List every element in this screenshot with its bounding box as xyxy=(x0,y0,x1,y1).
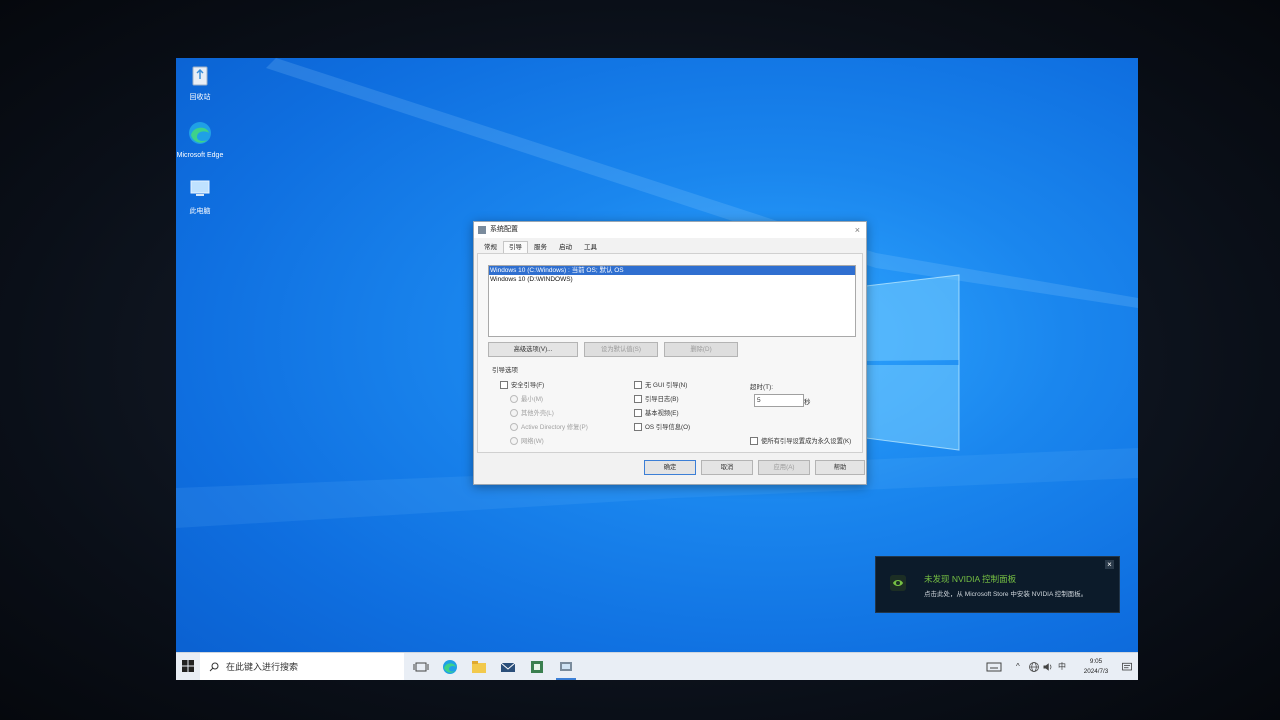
taskbar-search-box[interactable]: 在此键入进行搜索 xyxy=(200,653,404,680)
desktop-icon-edge[interactable]: Microsoft Edge xyxy=(176,120,224,160)
safe-boot-option[interactable]: 安全引导(F) xyxy=(500,380,544,390)
checkbox[interactable] xyxy=(634,381,642,390)
network-icon[interactable] xyxy=(1028,659,1040,675)
set-default-button[interactable]: 设为默认值(S) xyxy=(584,342,658,357)
taskbar: 在此键入进行搜索 ^ 中 9:05 2024/7/3 xyxy=(176,652,1138,680)
advanced-options-button[interactable]: 高级选项(V)... xyxy=(488,342,578,357)
radio[interactable] xyxy=(510,395,518,404)
checkbox[interactable] xyxy=(750,437,758,446)
desktop-icon-label: 回收站 xyxy=(189,94,211,101)
os-list-item[interactable]: Windows 10 (D:\WINDOWS) xyxy=(489,275,855,284)
notification-title: 未发现 NVIDIA 控制面板 xyxy=(924,574,1017,584)
desktop-icon-label: 此电脑 xyxy=(189,208,211,215)
notification-center-icon[interactable] xyxy=(1121,659,1133,675)
desktop-icon-recycle-bin[interactable]: 回收站 xyxy=(176,62,224,102)
system-clock[interactable]: 9:05 2024/7/3 xyxy=(1074,657,1118,677)
app-icon[interactable] xyxy=(529,659,545,675)
windows-start-icon[interactable] xyxy=(182,660,194,672)
ok-button[interactable]: 确定 xyxy=(644,460,696,475)
ad-repair-option[interactable]: Active Directory 修复(P) xyxy=(510,422,588,432)
recycle-bin-icon xyxy=(192,66,208,86)
clock-date: 2024/7/3 xyxy=(1083,668,1109,675)
boot-options-label: 引导选项 xyxy=(492,367,518,374)
desktop-icon-label: Microsoft Edge xyxy=(176,152,224,159)
desktop-screen: 回收站 Microsoft Edge 此电脑 系统配置 × 常规 引导 服务 启动 工具… xyxy=(176,58,1138,680)
os-list-item[interactable]: Windows 10 (C:\Windows) : 当前 OS; 默认 OS xyxy=(489,266,855,275)
notification-body: 点击此处，从 Microsoft Store 中安装 NVIDIA 控制面板。 xyxy=(924,591,1088,598)
nvidia-notification[interactable]: 未发现 NVIDIA 控制面板 点击此处，从 Microsoft Store 中… xyxy=(875,556,1120,613)
network-option[interactable]: 网络(W) xyxy=(510,436,544,446)
radio[interactable] xyxy=(510,409,518,418)
volume-icon[interactable] xyxy=(1042,659,1054,675)
edge-icon xyxy=(189,122,211,144)
timeout-input[interactable]: 5 xyxy=(754,394,804,407)
delete-button[interactable]: 删除(D) xyxy=(664,342,738,357)
checkbox[interactable] xyxy=(634,395,642,404)
no-gui-option[interactable]: 无 GUI 引导(N) xyxy=(634,380,687,390)
msconfig-icon xyxy=(478,226,486,234)
system-config-dialog: 系统配置 × 常规 引导 服务 启动 工具 Windows 10 (C:\Windows… xyxy=(473,221,867,485)
dialog-title: 系统配置 xyxy=(490,226,518,233)
dialog-titlebar[interactable]: 系统配置 × xyxy=(474,222,866,238)
close-icon[interactable]: × xyxy=(855,222,860,238)
desktop-icon-this-pc[interactable]: 此电脑 xyxy=(176,176,224,216)
file-explorer-icon[interactable] xyxy=(471,659,487,675)
search-icon xyxy=(209,662,219,672)
checkbox[interactable] xyxy=(500,381,508,390)
alternate-shell-option[interactable]: 其他外壳(L) xyxy=(510,408,554,418)
boot-log-option[interactable]: 引导日志(B) xyxy=(634,394,679,404)
clock-time: 9:05 xyxy=(1089,658,1103,665)
search-placeholder: 在此键入进行搜索 xyxy=(226,662,299,672)
apply-button[interactable]: 应用(A) xyxy=(758,460,810,475)
timeout-unit: 秒 xyxy=(804,399,811,406)
os-list[interactable]: Windows 10 (C:\Windows) : 当前 OS; 默认 OS W… xyxy=(488,265,856,337)
make-permanent-option[interactable]: 使所有引导设置成为永久设置(K) xyxy=(750,436,851,446)
tab-bar: 常规 引导 服务 启动 工具 xyxy=(478,241,603,254)
timeout-label: 超时(T): xyxy=(750,384,774,391)
mail-icon[interactable] xyxy=(500,659,516,675)
checkbox[interactable] xyxy=(634,423,642,432)
active-app-indicator xyxy=(556,678,576,680)
os-boot-info-option[interactable]: OS 引导信息(O) xyxy=(634,422,690,432)
checkbox[interactable] xyxy=(634,409,642,418)
ime-indicator[interactable]: 中 xyxy=(1058,653,1066,680)
this-pc-icon xyxy=(190,180,210,196)
radio[interactable] xyxy=(510,423,518,432)
keyboard-icon[interactable] xyxy=(986,659,1002,675)
nvidia-icon xyxy=(890,575,906,591)
boot-tab-panel: Windows 10 (C:\Windows) : 当前 OS; 默认 OS W… xyxy=(477,253,863,453)
minimal-option[interactable]: 最小(M) xyxy=(510,394,543,404)
task-view-icon[interactable] xyxy=(413,659,429,675)
close-icon[interactable]: × xyxy=(1105,560,1114,569)
help-button[interactable]: 帮助 xyxy=(815,460,865,475)
tray-chevron-up-icon[interactable]: ^ xyxy=(1016,653,1020,680)
msconfig-icon[interactable] xyxy=(558,659,574,675)
cancel-button[interactable]: 取消 xyxy=(701,460,753,475)
radio[interactable] xyxy=(510,437,518,446)
edge-icon[interactable] xyxy=(442,659,458,675)
base-video-option[interactable]: 基本视频(E) xyxy=(634,408,679,418)
